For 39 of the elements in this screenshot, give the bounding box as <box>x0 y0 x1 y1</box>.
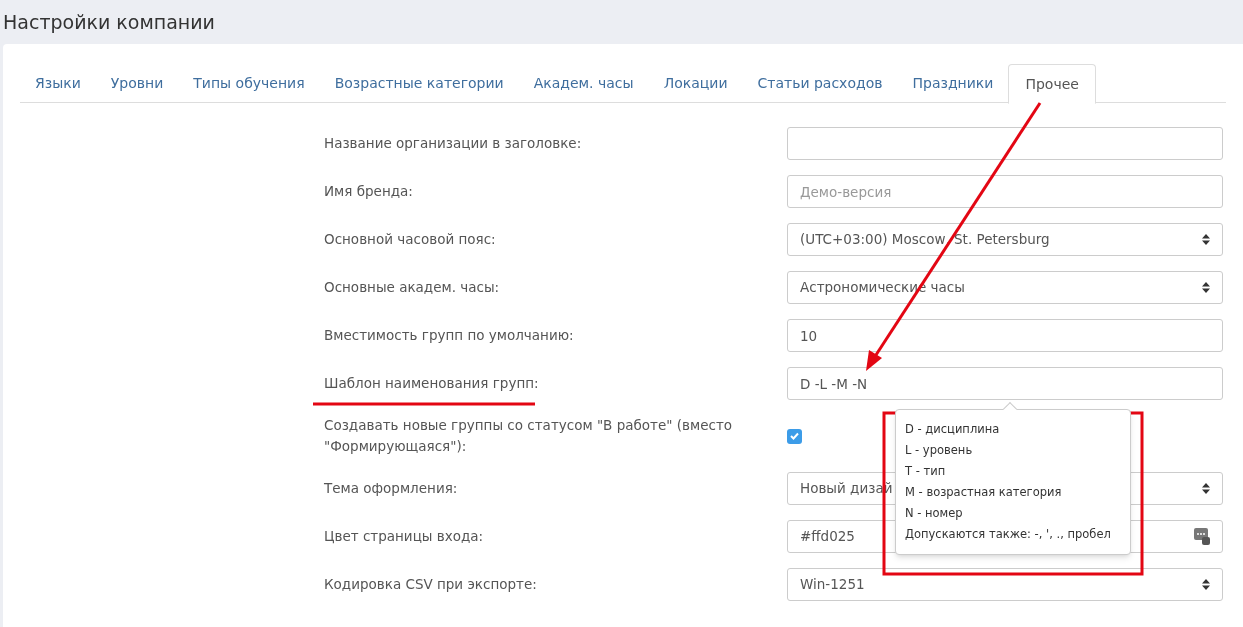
page-title: Настройки компании <box>3 9 215 35</box>
text-field[interactable]: 10 <box>787 319 1223 352</box>
sort-arrows-icon <box>1202 483 1210 494</box>
tab[interactable]: Статьи расходов <box>742 64 898 103</box>
field-label: Шаблон наименования групп: <box>324 374 540 393</box>
field-label: Вместимость групп по умолчанию: <box>324 326 575 345</box>
tab[interactable]: Локации <box>648 64 743 103</box>
sort-arrows-icon <box>1202 234 1210 245</box>
hint-line: M - возрастная категория <box>905 484 1062 501</box>
tab[interactable]: Академ. часы <box>518 64 649 103</box>
checkbox[interactable] <box>787 428 802 444</box>
check-icon <box>790 432 799 440</box>
hint-line: D - дисциплина <box>905 421 1000 438</box>
text-field[interactable] <box>787 127 1223 160</box>
field-label: Основной часовой пояс: <box>324 230 497 249</box>
field-label: Название организации в заголовке: <box>324 134 583 153</box>
field-label: Создавать новые группы со статусом "В работе" (вместо "Формирующаяся"): <box>324 416 734 456</box>
hint-line: T - тип <box>905 463 946 480</box>
field-label: Тема оформления: <box>324 479 459 498</box>
sort-arrows-icon <box>1202 579 1210 590</box>
field-label: Кодировка CSV при экспорте: <box>324 575 538 594</box>
text-field[interactable]: Демо-версия <box>787 175 1223 208</box>
text-field[interactable]: D -L -M -N <box>787 367 1223 400</box>
tab[interactable]: Прочее <box>1008 64 1096 104</box>
select-field[interactable]: Win-1251 <box>787 568 1223 601</box>
tab[interactable]: Языки <box>20 64 96 103</box>
field-label: Основные академ. часы: <box>324 278 501 297</box>
field-label: Имя бренда: <box>324 182 414 201</box>
select-field[interactable]: (UTC+03:00) Moscow, St. Petersburg <box>787 223 1223 256</box>
sort-arrows-icon <box>1202 282 1210 293</box>
hint-line: L - уровень <box>905 442 973 459</box>
tab[interactable]: Типы обучения <box>178 64 320 103</box>
tab[interactable]: Уровни <box>95 64 179 103</box>
field-label: Цвет страницы входа: <box>324 527 485 546</box>
color-picker-icon <box>1194 528 1210 545</box>
tab[interactable]: Праздники <box>897 64 1009 103</box>
hint-line: Допускаются также: -, ', ., пробел <box>905 526 1111 543</box>
tab[interactable]: Возрастные категории <box>319 64 519 103</box>
hint-line: N - номер <box>905 505 963 522</box>
